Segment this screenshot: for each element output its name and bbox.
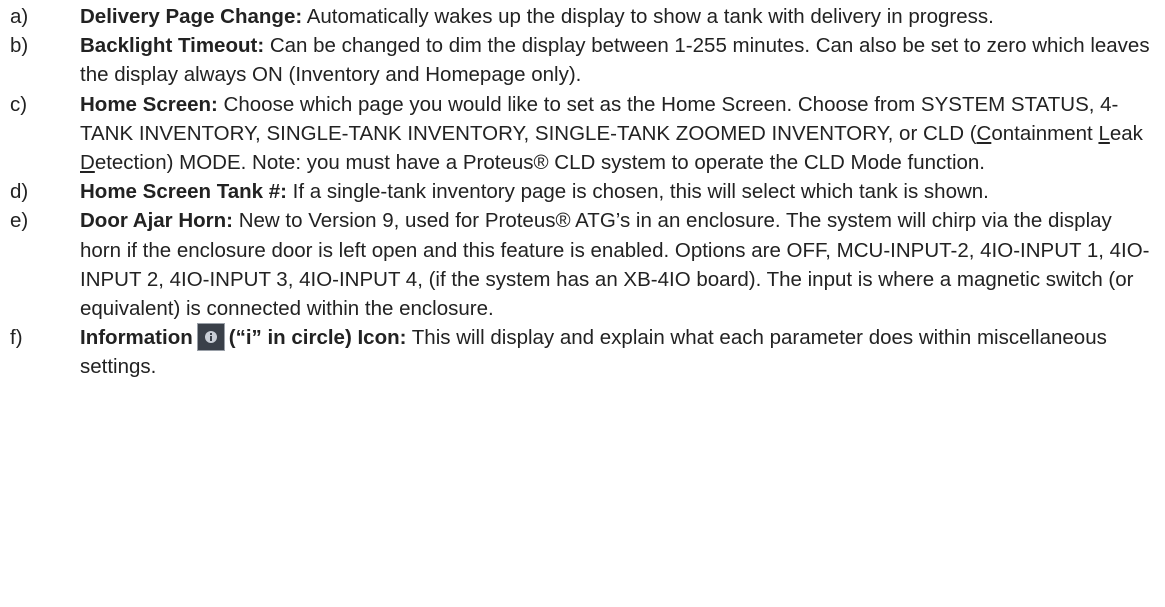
item-description: New to Version 9, used for Proteus® ATG’… [80,209,1150,321]
underlined-letter: C [976,121,992,145]
list-marker: a) [10,5,29,28]
item-description: etection) MODE. Note: you must have a Pr… [94,151,985,175]
info-circle-glyph [204,330,217,343]
underlined-letter: L [1098,121,1110,145]
underlined-letter: D [80,151,95,175]
item-description: Automatically wakes up the display to sh… [302,5,994,28]
list-item-home-screen-tank: d) Home Screen Tank #: If a single-tank i… [0,177,1165,206]
list-marker: d) [10,180,29,204]
item-heading: Backlight Timeout: [80,34,265,58]
list-marker: c) [10,92,28,116]
item-heading: (“i” in circle) Icon: [228,326,407,350]
item-description: ontainment [991,121,1099,145]
list-marker: b) [10,34,29,58]
item-heading: Home Screen Tank #: [80,180,287,204]
item-description: eak [1109,121,1143,145]
settings-description-list: a) Delivery Page Change: Automatically wa… [0,0,1165,607]
item-heading: Delivery Page Change: [80,5,303,28]
list-marker: f) [10,326,23,350]
item-heading: Home Screen: [80,92,218,116]
item-heading: Information [80,326,193,350]
list-item-door-ajar-horn: e) Door Ajar Horn: New to Version 9, used… [0,206,1165,323]
item-heading: Door Ajar Horn: [80,209,233,233]
list-item-information-icon: f) Information (“i” in circle) Icon: This … [0,322,1165,381]
list-item-home-screen: c) Home Screen: Choose which page you wou… [0,90,1165,178]
item-description: Choose which page you would like to set … [80,92,1119,145]
item-description: If a single-tank inventory page is chose… [286,180,989,204]
info-circle-icon [196,322,225,351]
list-marker: e) [10,209,29,233]
list-item-backlight-timeout: b) Backlight Timeout: Can be changed to d… [0,31,1165,89]
list-item-delivery-page-change: a) Delivery Page Change: Automatically wa… [0,2,1165,31]
